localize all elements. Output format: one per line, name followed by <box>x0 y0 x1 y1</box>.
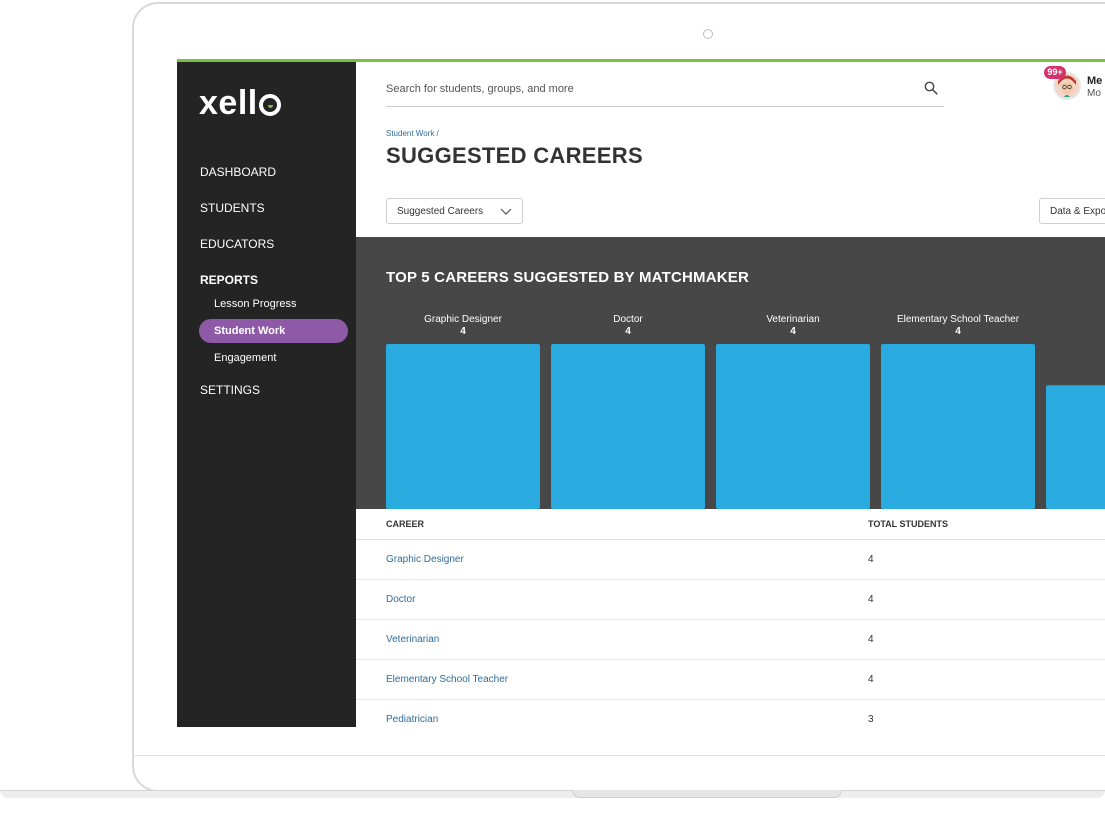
logo-text: xell <box>199 84 258 122</box>
bar-category-label: Veterinarian <box>766 314 819 325</box>
main-content: 99+ Me Mo Student Work / SUGGESTED CAREE… <box>356 62 1105 727</box>
career-link[interactable]: Doctor <box>386 594 415 605</box>
xello-logo[interactable]: xell <box>199 84 281 123</box>
bar-category-label: Graphic Designer <box>424 314 502 325</box>
bar-category-label: Elementary School Teacher <box>897 314 1020 325</box>
bar-value-label: 4 <box>460 326 466 337</box>
user-subtitle: Mo <box>1087 88 1101 99</box>
table-header: CAREER TOTAL STUDENTS <box>356 509 1105 540</box>
bar-value-label: 4 <box>790 326 796 337</box>
chart-panel: TOP 5 CAREERS SUGGESTED BY MATCHMAKER Gr… <box>356 237 1105 509</box>
bar-chart: Graphic Designer4Doctor4Veterinarian4Ele… <box>386 314 1105 509</box>
bar-1[interactable] <box>551 344 705 509</box>
column-header-total-students[interactable]: TOTAL STUDENTS <box>868 519 948 529</box>
career-link[interactable]: Pediatrician <box>386 714 438 725</box>
page-title: SUGGESTED CAREERS <box>386 143 643 168</box>
sidebar-subitem-engagement[interactable]: Engagement <box>177 346 356 370</box>
dropdown-label: Suggested Careers <box>397 205 484 217</box>
search-bar <box>386 72 944 107</box>
data-export-button[interactable]: Data & Expo <box>1039 198 1105 224</box>
chevron-down-icon <box>500 208 512 215</box>
table-row: Graphic Designer 4 <box>356 540 1105 580</box>
total-students-value: 4 <box>868 634 874 645</box>
app-screen: xell DASHBOARD STUDENTS EDUCATORS REPORT… <box>177 59 1105 727</box>
search-input[interactable] <box>386 72 944 106</box>
sidebar-item-dashboard[interactable]: DASHBOARD <box>177 154 356 190</box>
bar-3[interactable] <box>881 344 1035 509</box>
bar-value-label: 4 <box>625 326 631 337</box>
table-row: Doctor 4 <box>356 580 1105 620</box>
sidebar-subitem-student-work[interactable]: Student Work <box>199 319 348 343</box>
bar-category-label: Doctor <box>613 314 643 325</box>
report-type-dropdown[interactable]: Suggested Careers <box>386 198 523 224</box>
sidebar-item-students[interactable]: STUDENTS <box>177 190 356 226</box>
table-row: Veterinarian 4 <box>356 620 1105 660</box>
logo-o-icon <box>258 93 281 116</box>
career-link[interactable]: Veterinarian <box>386 634 439 645</box>
career-link[interactable]: Elementary School Teacher <box>386 674 508 685</box>
laptop-base <box>0 790 1105 798</box>
user-name[interactable]: Me <box>1087 75 1102 87</box>
total-students-value: 3 <box>868 714 874 725</box>
breadcrumb[interactable]: Student Work / <box>386 129 439 138</box>
total-students-value: 4 <box>868 674 874 685</box>
bar-value-label: 4 <box>955 326 961 337</box>
sidebar-item-settings[interactable]: SETTINGS <box>177 372 356 408</box>
career-link[interactable]: Graphic Designer <box>386 554 464 565</box>
laptop-notch <box>572 790 842 798</box>
bar-4[interactable] <box>1046 385 1105 509</box>
careers-table: CAREER TOTAL STUDENTS Graphic Designer 4… <box>356 509 1105 727</box>
laptop-stage: xell DASHBOARD STUDENTS EDUCATORS REPORT… <box>0 0 1105 815</box>
search-icon[interactable] <box>924 81 938 95</box>
table-row: Elementary School Teacher 4 <box>356 660 1105 700</box>
notification-badge[interactable]: 99+ <box>1044 66 1066 79</box>
camera-icon <box>703 29 713 39</box>
total-students-value: 4 <box>868 594 874 605</box>
laptop-chin <box>134 755 1105 756</box>
bar-0[interactable] <box>386 344 540 509</box>
sidebar: xell DASHBOARD STUDENTS EDUCATORS REPORT… <box>177 62 356 727</box>
total-students-value: 4 <box>868 554 874 565</box>
column-header-career[interactable]: CAREER <box>386 519 424 529</box>
sidebar-item-educators[interactable]: EDUCATORS <box>177 226 356 262</box>
sidebar-nav: DASHBOARD STUDENTS EDUCATORS REPORTS Les… <box>177 154 356 408</box>
table-row: Pediatrician 3 <box>356 700 1105 727</box>
bar-2[interactable] <box>716 344 870 509</box>
